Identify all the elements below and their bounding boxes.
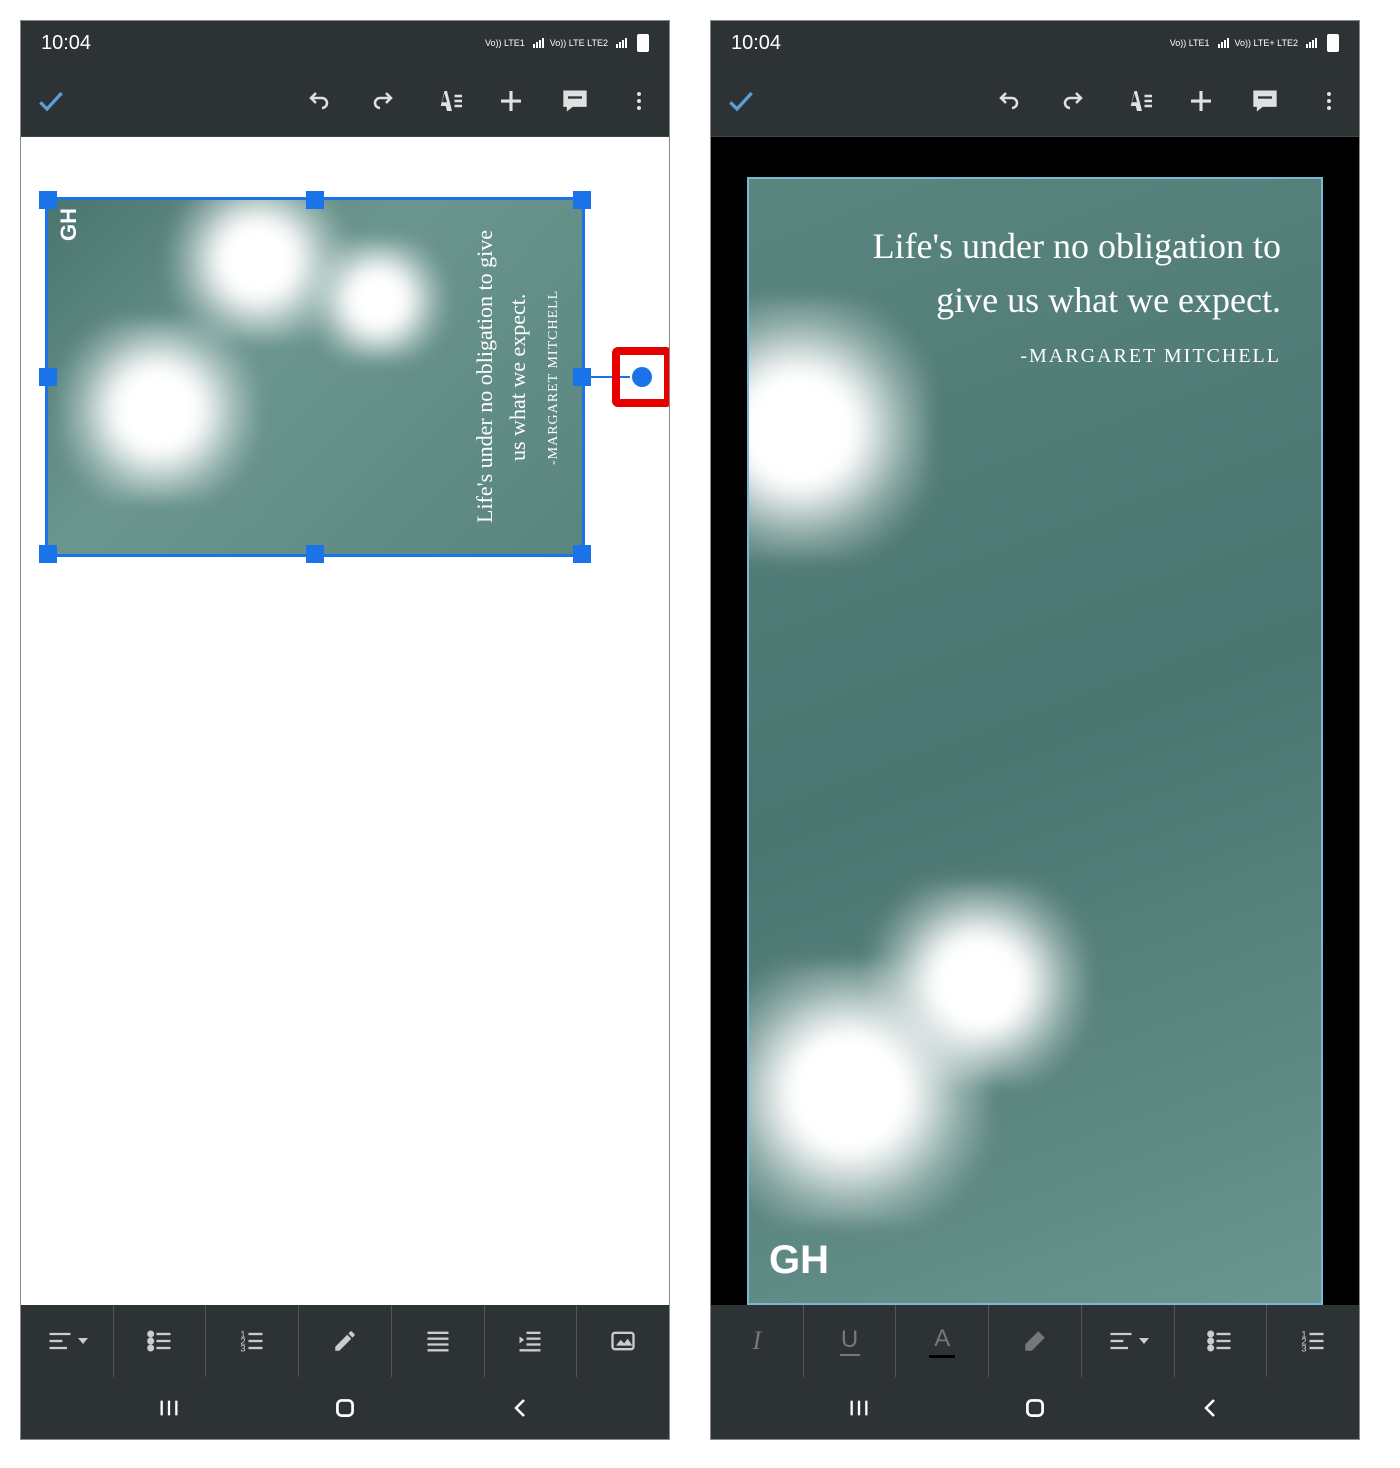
- app-toolbar: [21, 65, 669, 137]
- comment-icon[interactable]: [1247, 83, 1283, 119]
- resize-handle-top-mid[interactable]: [306, 191, 324, 209]
- status-indicators: Vo)) LTE1 Vo)) LTE LTE2: [485, 34, 649, 52]
- resize-handle-top-right[interactable]: [573, 191, 591, 209]
- italic-icon[interactable]: I: [711, 1305, 804, 1377]
- back-icon[interactable]: [1191, 1388, 1231, 1428]
- undo-icon[interactable]: [991, 83, 1027, 119]
- redo-icon[interactable]: [365, 83, 401, 119]
- text-format-icon[interactable]: [1119, 83, 1155, 119]
- watermark: GH: [769, 1238, 829, 1283]
- numbered-list-icon[interactable]: 123: [1267, 1305, 1359, 1377]
- battery-icon: [637, 34, 649, 52]
- image-content-rotated: GH Life's under no obligation to give us…: [48, 200, 582, 554]
- watermark: GH: [56, 208, 82, 241]
- resize-handle-bottom-left[interactable]: [39, 545, 57, 563]
- more-vertical-icon[interactable]: [1311, 83, 1347, 119]
- status-time: 10:04: [731, 32, 781, 55]
- phone-screen-left: 10:04 Vo)) LTE1 Vo)) LTE LTE2: [20, 20, 670, 1440]
- text-format-icon[interactable]: [429, 83, 465, 119]
- recents-icon[interactable]: [839, 1388, 879, 1428]
- quote-line: Life's under no obligation to give us wh…: [809, 219, 1281, 327]
- quote-block: Life's under no obligation to give us wh…: [809, 219, 1281, 368]
- android-nav-bar: [21, 1377, 669, 1439]
- rotation-handle-highlight: [612, 347, 669, 407]
- rotation-handle[interactable]: [632, 367, 652, 387]
- recents-icon[interactable]: [149, 1388, 189, 1428]
- resize-handle-mid-left[interactable]: [39, 368, 57, 386]
- align-menu-icon[interactable]: [1082, 1305, 1175, 1377]
- quote-text-rotated: Life's under no obligation to give us wh…: [468, 230, 562, 524]
- confirm-icon[interactable]: [723, 83, 759, 119]
- signal-bars-icon: [533, 38, 544, 48]
- status-bar: 10:04 Vo)) LTE1 Vo)) LTE LTE2: [21, 21, 669, 65]
- svg-text:3: 3: [1302, 1344, 1307, 1354]
- text-color-icon[interactable]: A: [896, 1305, 989, 1377]
- add-icon[interactable]: [493, 83, 529, 119]
- back-icon[interactable]: [501, 1388, 541, 1428]
- android-nav-bar: [711, 1377, 1359, 1439]
- resize-handle-bottom-right[interactable]: [573, 545, 591, 563]
- resize-handle-bottom-mid[interactable]: [306, 545, 324, 563]
- network-label-1: Vo)) LTE1: [1170, 38, 1210, 48]
- status-bar: 10:04 Vo)) LTE1 Vo)) LTE+ LTE2: [711, 21, 1359, 65]
- indent-icon[interactable]: [485, 1305, 578, 1377]
- align-menu-icon[interactable]: [21, 1305, 114, 1377]
- highlight-icon[interactable]: [989, 1305, 1082, 1377]
- selected-image[interactable]: GH Life's under no obligation to give us…: [45, 197, 585, 557]
- confirm-icon[interactable]: [33, 83, 69, 119]
- flower-blur: [869, 883, 1089, 1083]
- flower-blur: [308, 240, 448, 360]
- insert-image-icon[interactable]: [577, 1305, 669, 1377]
- flower-blur: [58, 320, 258, 500]
- justify-icon[interactable]: [392, 1305, 485, 1377]
- document-canvas[interactable]: Life's under no obligation to give us wh…: [711, 137, 1359, 1305]
- phone-screen-right: 10:04 Vo)) LTE1 Vo)) LTE+ LTE2: [710, 20, 1360, 1440]
- document-canvas[interactable]: GH Life's under no obligation to give us…: [21, 137, 669, 1305]
- network-label-2: Vo)) LTE+ LTE2: [1235, 38, 1298, 48]
- add-icon[interactable]: [1183, 83, 1219, 119]
- status-time: 10:04: [41, 32, 91, 55]
- svg-text:3: 3: [241, 1344, 246, 1354]
- network-label-2: Vo)) LTE LTE2: [550, 38, 608, 48]
- signal-bars-icon: [616, 38, 627, 48]
- app-toolbar: [711, 65, 1359, 137]
- format-toolbar: 123: [21, 1305, 669, 1377]
- redo-icon[interactable]: [1055, 83, 1091, 119]
- numbered-list-icon[interactable]: 123: [206, 1305, 299, 1377]
- battery-icon: [1327, 34, 1339, 52]
- underline-icon[interactable]: U: [804, 1305, 897, 1377]
- undo-icon[interactable]: [301, 83, 337, 119]
- network-label-1: Vo)) LTE1: [485, 38, 525, 48]
- resize-handle-top-left[interactable]: [39, 191, 57, 209]
- quote-author: -MARGARET MITCHELL: [546, 289, 562, 464]
- format-toolbar: I U A 123: [711, 1305, 1359, 1377]
- quote-author: -MARGARET MITCHELL: [809, 345, 1281, 368]
- edit-pencil-icon[interactable]: [299, 1305, 392, 1377]
- signal-bars-icon: [1306, 38, 1317, 48]
- more-vertical-icon[interactable]: [621, 83, 657, 119]
- home-icon[interactable]: [1015, 1388, 1055, 1428]
- signal-bars-icon: [1218, 38, 1229, 48]
- selected-image-full[interactable]: Life's under no obligation to give us wh…: [747, 177, 1323, 1305]
- bullet-list-icon[interactable]: [114, 1305, 207, 1377]
- home-icon[interactable]: [325, 1388, 365, 1428]
- comment-icon[interactable]: [557, 83, 593, 119]
- quote-line: Life's under no obligation to give us wh…: [468, 230, 534, 524]
- status-indicators: Vo)) LTE1 Vo)) LTE+ LTE2: [1170, 34, 1339, 52]
- bullet-list-icon[interactable]: [1175, 1305, 1268, 1377]
